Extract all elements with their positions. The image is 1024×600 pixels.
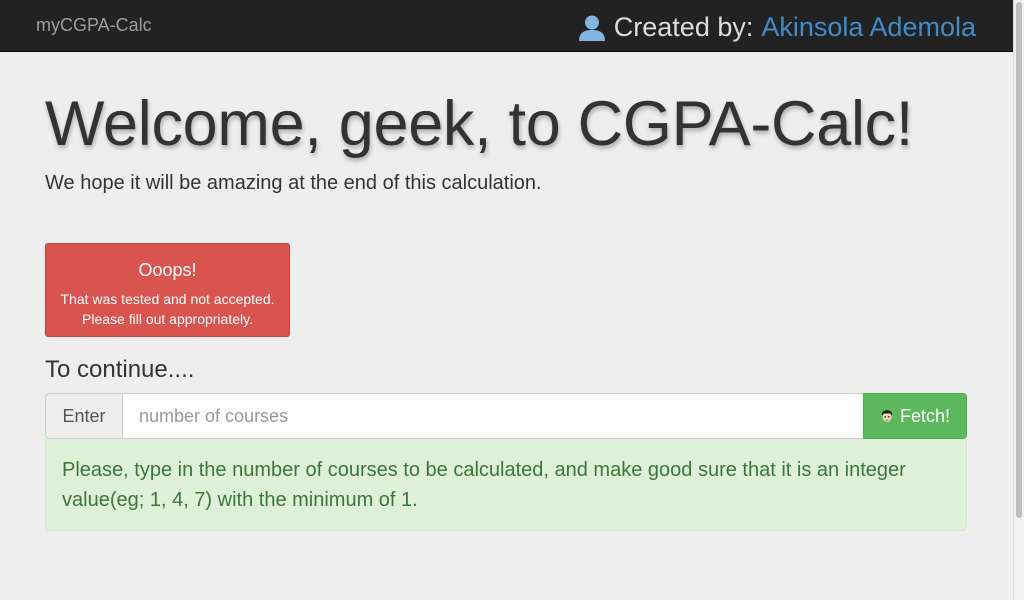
error-alert-line-2: Please fill out appropriately. [82,311,253,327]
page-title: Welcome, geek, to CGPA-Calc! [45,89,914,159]
page-subtitle: We hope it will be amazing at the end of… [45,172,542,194]
courses-count-input[interactable] [122,393,863,439]
user-icon [578,14,606,42]
continue-label: To continue.... [45,356,195,383]
enter-addon: Enter [45,393,122,439]
error-alert-line-1: That was tested and not accepted. [60,291,275,307]
creator-credit: Created by: Akinsola Ademola [578,12,976,43]
error-alert-title: Ooops! [138,260,197,280]
fetch-button-label: Fetch! [899,405,951,426]
brand-link[interactable]: myCGPA-Calc [36,15,152,36]
scrollbar-thumb[interactable] [1016,2,1022,518]
help-alert: Please, type in the number of courses to… [45,439,967,531]
fetch-button[interactable]: Fetch! [863,393,967,439]
created-by-label: Created by: [613,12,754,42]
courses-input-group: Enter Fetch! [45,393,967,439]
error-alert: Ooops! That was tested and not accepted.… [45,243,290,337]
face-icon [880,408,894,424]
vertical-scrollbar[interactable] [1013,0,1024,600]
author-link[interactable]: Akinsola Ademola [761,12,976,43]
top-navbar: myCGPA-Calc Created by: Akinsola Ademola [0,0,1013,52]
